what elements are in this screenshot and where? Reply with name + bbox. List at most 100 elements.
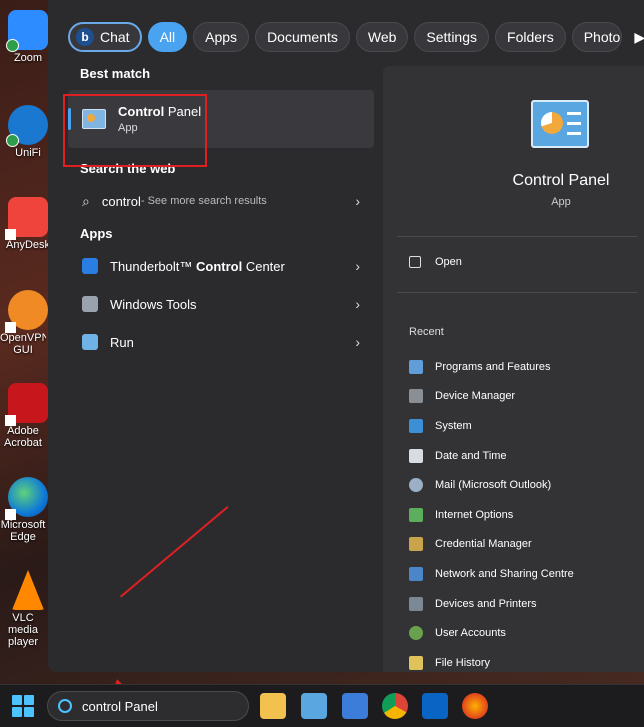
control-panel-large-icon <box>531 100 589 148</box>
programs-features-icon <box>409 359 423 374</box>
recent-item-label: System <box>435 419 472 432</box>
windows-tools-icon <box>82 296 98 312</box>
search-filter-bar: b Chat All Apps Documents Web Settings F… <box>68 22 644 54</box>
vlc-cone-icon <box>12 570 44 610</box>
open-label: Open <box>435 256 462 268</box>
divider <box>397 236 637 237</box>
preview-title: Control Panel <box>512 172 610 189</box>
taskbar: control Panel <box>0 684 644 727</box>
recent-item-label: File History <box>435 656 491 669</box>
recent-item[interactable]: System <box>409 411 574 441</box>
user-accounts-icon <box>409 626 423 641</box>
recent-item-label: Mail (Microsoft Outlook) <box>435 479 552 492</box>
edge-icon <box>5 477 48 520</box>
filter-chat[interactable]: b Chat <box>68 22 142 52</box>
recent-item[interactable]: Date and Time <box>409 441 574 471</box>
start-button[interactable] <box>12 695 34 717</box>
chevron-right-icon: › <box>355 334 360 350</box>
run-icon <box>82 334 98 350</box>
filter-all[interactable]: All <box>147 22 188 52</box>
filter-settings[interactable]: Settings <box>414 22 490 52</box>
taskbar-search-input[interactable]: control Panel <box>47 691 249 721</box>
chevron-right-icon: › <box>355 193 360 209</box>
recent-item[interactable]: File History <box>409 648 574 678</box>
filter-apps[interactable]: Apps <box>193 22 250 52</box>
app-result-thunderbolt[interactable]: Thunderbolt™ Control Center › <box>68 247 374 285</box>
filter-folders[interactable]: Folders <box>495 22 566 52</box>
acrobat-icon <box>5 383 48 426</box>
chevron-right-icon: › <box>355 296 360 312</box>
search-icon <box>58 699 72 713</box>
recent-item[interactable]: Programs and Features <box>409 352 574 382</box>
chrome-icon[interactable] <box>382 693 408 719</box>
filter-photos[interactable]: Photos <box>571 22 622 52</box>
recent-item[interactable]: Internet Options <box>409 500 574 530</box>
web-query: control <box>101 193 141 209</box>
annotation-highlight-box <box>63 94 207 167</box>
unifi-icon <box>6 105 48 147</box>
zoom-icon <box>6 10 48 52</box>
shortcut-arrow-icon <box>5 509 16 520</box>
desktop-icon-label: OpenVPN GUI <box>0 332 46 356</box>
file-history-icon <box>409 655 423 670</box>
search-icon: ⌕ <box>82 192 90 209</box>
recent-item[interactable]: Network and Sharing Centre <box>409 559 574 589</box>
best-match-heading: Best match <box>80 66 151 81</box>
app-result-run[interactable]: Run › <box>68 323 374 361</box>
app-result-label: Run <box>110 334 134 350</box>
internet-options-icon <box>409 507 423 522</box>
recent-item-label: Date and Time <box>435 449 507 462</box>
desktop-icon-label: Microsoft Edge <box>0 519 46 543</box>
shortcut-arrow-icon <box>5 229 16 240</box>
filter-chat-label: Chat <box>100 29 130 45</box>
file-explorer-icon[interactable] <box>260 693 286 719</box>
openvpn-icon <box>5 290 48 333</box>
shortcut-arrow-icon <box>5 415 16 426</box>
sync-check-icon <box>6 134 19 147</box>
chevron-right-icon: › <box>355 258 360 274</box>
web-search-result[interactable]: ⌕ control - See more search results › <box>68 182 374 220</box>
control-panel-taskbar-icon[interactable] <box>301 693 327 719</box>
system-icon <box>409 418 423 433</box>
search-query-text: control Panel <box>82 698 158 714</box>
web-hint: - See more search results <box>140 195 267 207</box>
recent-heading: Recent <box>409 326 444 338</box>
recent-item-label: Programs and Features <box>435 360 551 373</box>
recent-item-label: Credential Manager <box>435 538 532 551</box>
recent-item[interactable]: Credential Manager <box>409 530 574 560</box>
open-external-icon <box>409 256 421 268</box>
device-manager-icon <box>409 389 423 404</box>
devices-printers-icon <box>409 596 423 611</box>
open-action[interactable]: Open <box>409 256 462 268</box>
firefox-icon[interactable] <box>462 693 488 719</box>
recent-item-label: Devices and Printers <box>435 597 537 610</box>
filters-scroll-right-icon[interactable]: ▶ <box>628 22 644 52</box>
recent-item[interactable]: Mail (Microsoft Outlook) <box>409 470 574 500</box>
recent-item-label: Device Manager <box>435 390 516 403</box>
divider <box>397 292 637 293</box>
network-sharing-icon <box>409 566 423 581</box>
date-time-icon <box>409 448 423 463</box>
apps-heading: Apps <box>80 226 113 241</box>
recent-item[interactable]: Device Manager <box>409 382 574 412</box>
app-result-label: Thunderbolt™ Control Center <box>110 258 285 274</box>
recent-item-label: User Accounts <box>435 627 506 640</box>
app-result-windows-tools[interactable]: Windows Tools › <box>68 285 374 323</box>
shortcut-arrow-icon <box>5 322 16 333</box>
desktop-icon-label: VLC media player <box>8 612 38 648</box>
recent-item-label: Network and Sharing Centre <box>435 567 574 580</box>
filter-documents[interactable]: Documents <box>255 22 350 52</box>
recent-item-label: Internet Options <box>435 508 514 521</box>
recent-item[interactable]: Devices and Printers <box>409 589 574 619</box>
bing-icon: b <box>76 28 94 46</box>
thunderbolt-icon <box>82 258 98 274</box>
preview-pane: Control Panel App Open Recent Programs a… <box>383 66 644 672</box>
preview-subtitle: App <box>551 196 571 208</box>
desktop-icon-label: Adobe Acrobat <box>4 425 42 449</box>
credential-manager-icon <box>409 537 423 552</box>
recent-item[interactable]: User Accounts <box>409 618 574 648</box>
notepad-icon[interactable] <box>342 693 368 719</box>
filter-web[interactable]: Web <box>355 22 409 52</box>
outlook-icon[interactable] <box>422 693 448 719</box>
mail-icon <box>409 478 423 493</box>
